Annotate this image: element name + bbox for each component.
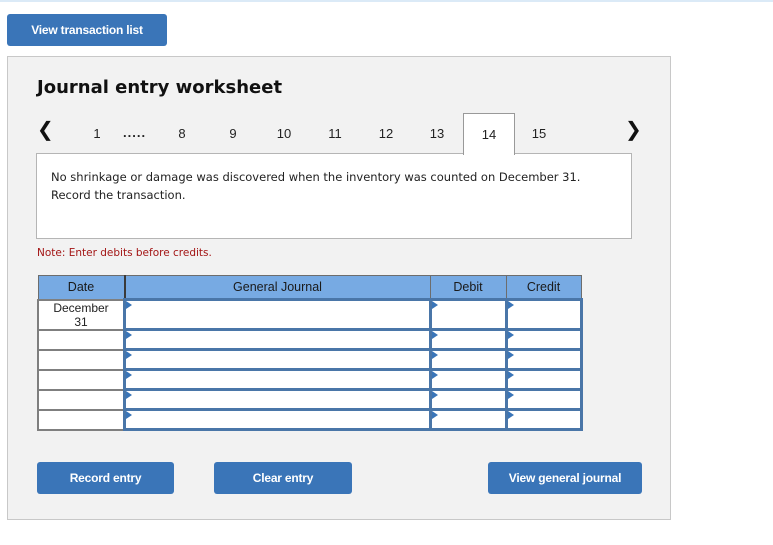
table-row xyxy=(37,348,583,371)
table-header-row: Date General Journal Debit Credit xyxy=(37,275,582,300)
view-transaction-list-button[interactable]: View transaction list xyxy=(7,14,167,46)
date-cell xyxy=(37,388,126,411)
journal-entry-worksheet-panel: Journal entry worksheet ❮ 1 ..... 8 9 10… xyxy=(7,56,671,520)
table-row xyxy=(37,368,583,391)
nav-tab-14-active[interactable]: 14 xyxy=(463,113,515,155)
nav-tab-11[interactable]: 11 xyxy=(310,113,360,153)
date-value: December 31 xyxy=(53,300,109,329)
date-cell xyxy=(37,408,126,431)
account-input[interactable] xyxy=(123,328,432,351)
date-cell xyxy=(37,328,126,351)
account-input[interactable] xyxy=(123,388,432,411)
account-input[interactable] xyxy=(123,368,432,391)
nav-ellipsis: ..... xyxy=(123,125,147,140)
journal-table: Date General Journal Debit Credit Decemb… xyxy=(37,275,583,431)
debit-input[interactable] xyxy=(428,298,508,331)
debit-input[interactable] xyxy=(428,328,508,351)
credit-input[interactable] xyxy=(504,408,583,431)
date-cell xyxy=(37,348,126,371)
debit-input[interactable] xyxy=(428,408,508,431)
clear-entry-button[interactable]: Clear entry xyxy=(214,462,352,494)
nav-tab-13[interactable]: 13 xyxy=(412,113,462,153)
credit-input[interactable] xyxy=(504,298,583,331)
chevron-right-icon[interactable]: ❯ xyxy=(625,117,642,141)
credit-input[interactable] xyxy=(504,328,583,351)
table-row xyxy=(37,408,583,431)
header-credit: Credit xyxy=(505,275,582,300)
record-entry-button[interactable]: Record entry xyxy=(37,462,174,494)
nav-tab-1[interactable]: 1 xyxy=(72,113,122,153)
date-cell: December 31 xyxy=(37,298,126,331)
nav-tab-15[interactable]: 15 xyxy=(514,113,564,153)
entry-navigation: ❮ 1 ..... 8 9 10 11 12 13 14 15 ❯ xyxy=(8,113,670,155)
nav-tab-8[interactable]: 8 xyxy=(157,113,207,153)
transaction-description-box: No shrinkage or damage was discovered wh… xyxy=(36,153,632,239)
note-text: Note: Enter debits before credits. xyxy=(37,247,212,259)
account-input[interactable] xyxy=(123,408,432,431)
debit-input[interactable] xyxy=(428,348,508,371)
account-input[interactable] xyxy=(123,348,432,371)
date-cell xyxy=(37,368,126,391)
table-row: December 31 xyxy=(37,298,583,331)
worksheet-title: Journal entry worksheet xyxy=(37,77,283,98)
nav-tab-12[interactable]: 12 xyxy=(361,113,411,153)
credit-input[interactable] xyxy=(504,388,583,411)
nav-tab-9[interactable]: 9 xyxy=(208,113,258,153)
header-date: Date xyxy=(37,275,125,300)
nav-tab-10[interactable]: 10 xyxy=(259,113,309,153)
credit-input[interactable] xyxy=(504,348,583,371)
table-row xyxy=(37,328,583,351)
top-border xyxy=(0,0,773,2)
header-general-journal: General Journal xyxy=(123,275,431,300)
debit-input[interactable] xyxy=(428,388,508,411)
chevron-left-icon[interactable]: ❮ xyxy=(37,117,54,141)
credit-input[interactable] xyxy=(504,368,583,391)
account-input[interactable] xyxy=(123,298,432,331)
header-debit: Debit xyxy=(429,275,507,300)
table-row xyxy=(37,388,583,411)
view-general-journal-button[interactable]: View general journal xyxy=(488,462,642,494)
debit-input[interactable] xyxy=(428,368,508,391)
transaction-description: No shrinkage or damage was discovered wh… xyxy=(51,170,581,202)
